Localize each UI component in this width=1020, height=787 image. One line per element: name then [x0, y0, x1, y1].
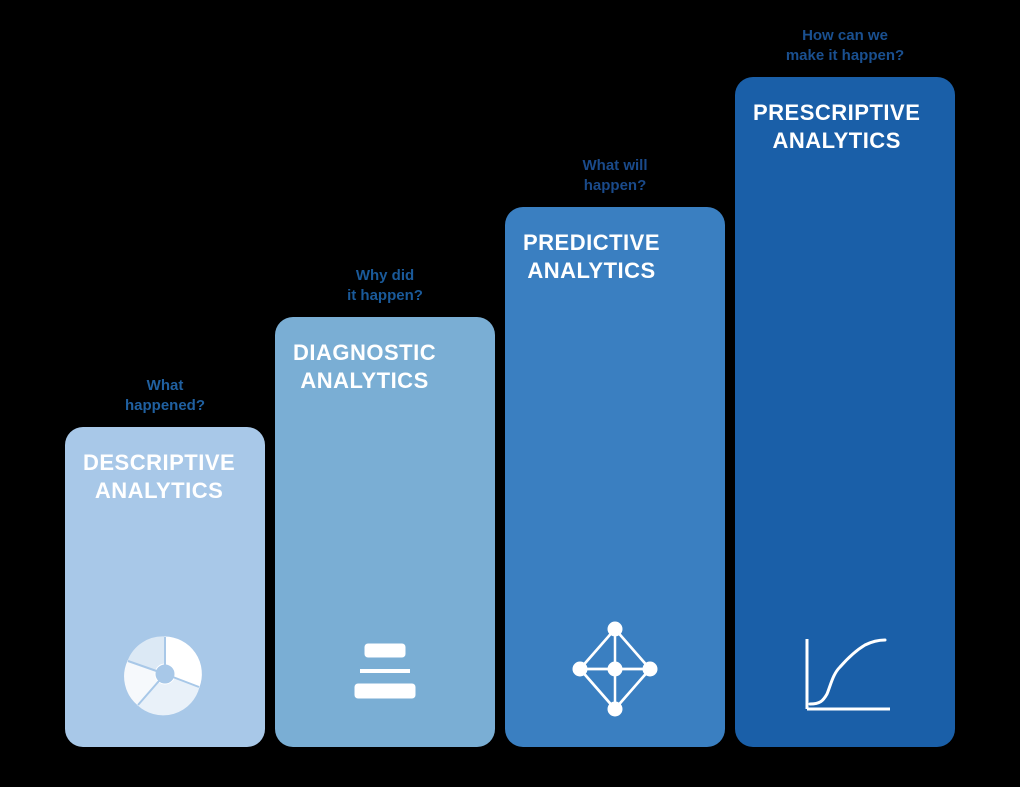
prescriptive-question: How can wemake it happen? — [786, 26, 904, 65]
predictive-icon — [565, 619, 665, 719]
prescriptive-icon — [795, 629, 895, 719]
descriptive-box: DESCRIPTIVEANALYTICS — [65, 427, 265, 747]
analytics-chart: Whathappened? DESCRIPTIVEANALYTICS — [20, 26, 1000, 787]
prescriptive-column: How can wemake it happen? PRESCRIPTIVEAN… — [730, 26, 960, 747]
predictive-column: What willhappen? PREDICTIVEANALYTICS — [500, 156, 730, 747]
prescriptive-box: PRESCRIPTIVEANALYTICS — [735, 77, 955, 747]
descriptive-icon — [120, 629, 210, 719]
diagnostic-icon — [340, 629, 430, 719]
diagnostic-question: Why didit happen? — [347, 266, 423, 305]
prescriptive-title: PRESCRIPTIVEANALYTICS — [753, 99, 920, 154]
diagnostic-column: Why didit happen? DIAGNOSTICANALYTICS — [270, 266, 500, 747]
diagnostic-box: DIAGNOSTICANALYTICS — [275, 317, 495, 747]
predictive-question: What willhappen? — [583, 156, 648, 195]
descriptive-column: Whathappened? DESCRIPTIVEANALYTICS — [60, 376, 270, 747]
predictive-box: PREDICTIVEANALYTICS — [505, 207, 725, 747]
diagnostic-title: DIAGNOSTICANALYTICS — [293, 339, 436, 394]
descriptive-title: DESCRIPTIVEANALYTICS — [83, 449, 235, 504]
descriptive-question: Whathappened? — [125, 376, 205, 415]
predictive-title: PREDICTIVEANALYTICS — [523, 229, 660, 284]
